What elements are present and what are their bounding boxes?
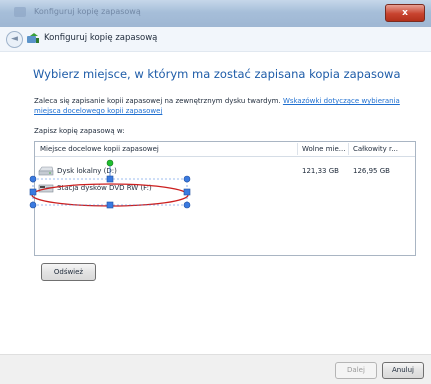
list-label: Zapisz kopię zapasową w: [34,127,125,135]
close-button[interactable]: x [385,4,425,22]
dvd-drive-icon [38,184,54,193]
hard-drive-icon [38,166,54,176]
column-header-free[interactable]: Wolne mie... [302,145,345,153]
column-header-destination[interactable]: Miejsce docelowe kopii zapasowej [40,145,159,153]
page-title: Wybierz miejsce, w którym ma zostać zapi… [33,67,401,81]
cancel-button[interactable]: Anuluj [382,362,424,379]
navigation-bar: ◄ Konfiguruj kopię zapasową [0,27,431,52]
back-button[interactable]: ◄ [6,31,23,48]
app-icon [14,7,26,17]
window-titlebar: Konfiguruj kopię zapasową x [0,0,431,28]
next-button[interactable]: Dalej [335,362,377,379]
window-title: Konfiguruj kopię zapasową [34,7,141,16]
row-total: 126,95 GB [353,167,390,175]
row-free: 121,33 GB [302,167,339,175]
destination-list[interactable]: Miejsce docelowe kopii zapasowej Wolne m… [34,141,416,256]
nav-title: Konfiguruj kopię zapasową [44,33,158,43]
list-header: Miejsce docelowe kopii zapasowej Wolne m… [35,142,415,157]
column-header-total[interactable]: Całkowity r... [353,145,398,153]
description-text: Zaleca się zapisanie kopii zapasowej na … [34,97,281,105]
refresh-button[interactable]: Odśwież [41,263,96,281]
footer: Dalej Anuluj [0,354,431,384]
list-item-dvd-drive[interactable]: Stacja dysków DVD RW (F:) [35,181,415,195]
backup-icon [27,33,39,43]
row-name: Dysk lokalny (D:) [57,167,117,175]
list-item-local-disk[interactable]: Dysk lokalny (D:) 121,33 GB 126,95 GB [35,164,415,178]
description: Zaleca się zapisanie kopii zapasowej na … [34,96,424,116]
row-name: Stacja dysków DVD RW (F:) [57,184,152,192]
